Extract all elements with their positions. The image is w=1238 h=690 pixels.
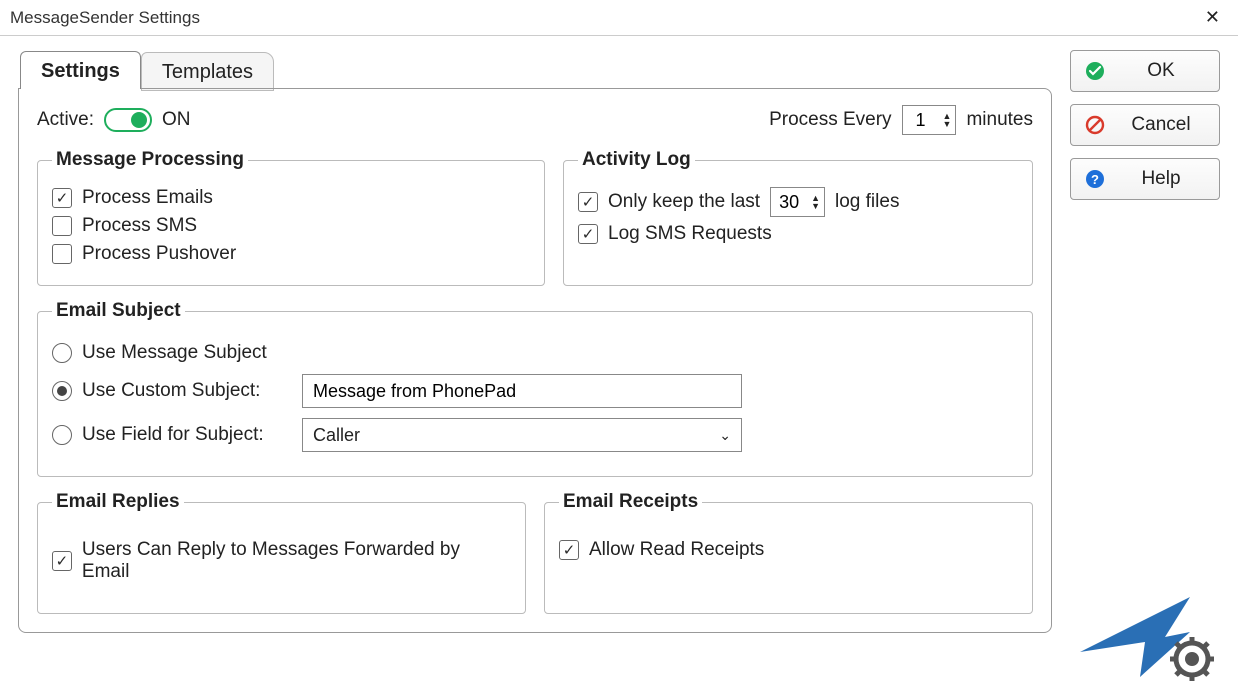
dialog-buttons: OK Cancel ? Help: [1070, 50, 1220, 633]
keep-last-prefix: Only keep the last: [608, 191, 760, 213]
log-sms-label: Log SMS Requests: [608, 223, 772, 245]
tab-templates-label: Templates: [162, 61, 253, 83]
chevron-down-icon: ⌄: [719, 427, 731, 444]
keep-last-arrows[interactable]: ▲▼: [807, 194, 824, 210]
tab-settings-label: Settings: [41, 60, 120, 82]
process-pushover-label: Process Pushover: [82, 243, 236, 265]
checkbox-process-pushover[interactable]: [52, 244, 72, 264]
active-toggle[interactable]: [104, 108, 152, 132]
tab-templates[interactable]: Templates: [141, 52, 274, 91]
fieldset-email-subject: Email Subject Use Message Subject Use Cu…: [37, 300, 1033, 477]
process-every-label: Process Every: [769, 109, 891, 131]
allow-reply-label: Users Can Reply to Messages Forwarded by…: [82, 539, 511, 583]
active-state-label: ON: [162, 109, 191, 131]
active-label: Active:: [37, 109, 94, 131]
tab-strip: Settings Templates: [20, 50, 1052, 89]
field-subject-value: Caller: [313, 425, 360, 446]
keep-last-suffix: log files: [835, 191, 899, 213]
activity-log-legend: Activity Log: [578, 149, 695, 171]
help-icon: ?: [1085, 169, 1105, 189]
use-custom-subject-label: Use Custom Subject:: [82, 380, 292, 402]
checkbox-process-sms[interactable]: [52, 216, 72, 236]
keep-last-input[interactable]: [771, 192, 807, 213]
process-every-arrows[interactable]: ▲▼: [939, 112, 956, 128]
content-area: Settings Templates Active: ON Process Ev…: [0, 36, 1238, 690]
radio-use-message-subject[interactable]: [52, 343, 72, 363]
field-subject-select[interactable]: Caller ⌄: [302, 418, 742, 452]
cancel-button-label: Cancel: [1117, 114, 1205, 136]
help-button[interactable]: ? Help: [1070, 158, 1220, 200]
fieldset-email-replies: Email Replies ✓ Users Can Reply to Messa…: [37, 491, 526, 614]
process-emails-label: Process Emails: [82, 187, 213, 209]
allow-read-receipts-label: Allow Read Receipts: [589, 539, 764, 561]
use-message-subject-label: Use Message Subject: [82, 342, 267, 364]
close-icon[interactable]: ✕: [1197, 3, 1228, 32]
process-every-input[interactable]: [903, 110, 939, 131]
minutes-label: minutes: [966, 109, 1033, 131]
checkbox-allow-reply[interactable]: ✓: [52, 551, 72, 571]
radio-use-field-subject[interactable]: [52, 425, 72, 445]
custom-subject-input[interactable]: [302, 374, 742, 408]
checkbox-allow-read-receipts[interactable]: ✓: [559, 540, 579, 560]
checkbox-process-emails[interactable]: ✓: [52, 188, 72, 208]
fieldset-message-processing: Message Processing ✓ Process Emails Proc…: [37, 149, 545, 286]
check-circle-icon: [1085, 61, 1105, 81]
fieldset-activity-log: Activity Log ✓ Only keep the last ▲▼ log…: [563, 149, 1033, 286]
process-every-stepper[interactable]: ▲▼: [902, 105, 957, 135]
use-field-subject-label: Use Field for Subject:: [82, 424, 292, 446]
checkbox-log-sms[interactable]: ✓: [578, 224, 598, 244]
app-logo-icon: [1070, 582, 1220, 682]
svg-text:?: ?: [1091, 172, 1099, 187]
tab-body: Active: ON Process Every ▲▼ minutes: [18, 88, 1052, 633]
prohibit-icon: [1085, 115, 1105, 135]
tab-settings[interactable]: Settings: [20, 51, 141, 89]
titlebar: MessageSender Settings ✕: [0, 0, 1238, 36]
ok-button-label: OK: [1117, 60, 1205, 82]
fieldset-email-receipts: Email Receipts ✓ Allow Read Receipts: [544, 491, 1033, 614]
keep-last-stepper[interactable]: ▲▼: [770, 187, 825, 217]
ok-button[interactable]: OK: [1070, 50, 1220, 92]
email-subject-legend: Email Subject: [52, 300, 185, 322]
radio-use-custom-subject[interactable]: [52, 381, 72, 401]
email-receipts-legend: Email Receipts: [559, 491, 702, 513]
email-replies-legend: Email Replies: [52, 491, 184, 513]
message-processing-legend: Message Processing: [52, 149, 248, 171]
cancel-button[interactable]: Cancel: [1070, 104, 1220, 146]
checkbox-keep-last[interactable]: ✓: [578, 192, 598, 212]
help-button-label: Help: [1117, 168, 1205, 190]
process-sms-label: Process SMS: [82, 215, 197, 237]
window-title: MessageSender Settings: [10, 8, 200, 28]
